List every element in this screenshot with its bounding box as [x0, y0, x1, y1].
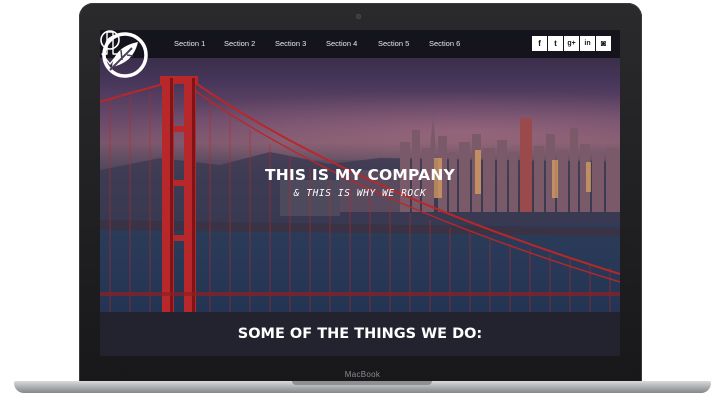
camera-icon — [356, 14, 361, 19]
facebook-icon[interactable]: f — [532, 36, 547, 51]
services-section-band: SOME OF THE THINGS WE DO: — [100, 312, 620, 356]
laptop-hinge-notch — [292, 381, 432, 385]
down-arrow-icon[interactable] — [100, 30, 120, 66]
nav-link-section-2[interactable]: Section 2 — [224, 39, 255, 48]
website-screen: Section 1 Section 2 Section 3 Section 4 … — [100, 30, 620, 356]
google-plus-icon[interactable]: g+ — [564, 36, 579, 51]
nav-link-section-3[interactable]: Section 3 — [275, 39, 306, 48]
top-nav-bar: Section 1 Section 2 Section 3 Section 4 … — [100, 30, 620, 58]
hero-subline: & THIS IS WHY WE ROCK — [293, 188, 427, 199]
instagram-icon[interactable]: ◙ — [596, 36, 611, 51]
nav-link-section-4[interactable]: Section 4 — [326, 39, 357, 48]
hero-headline: THIS IS MY COMPANY — [265, 166, 455, 184]
services-section-title: SOME OF THE THINGS WE DO: — [237, 326, 483, 342]
linkedin-icon[interactable]: in — [580, 36, 595, 51]
nav-link-section-6[interactable]: Section 6 — [429, 39, 460, 48]
twitter-icon[interactable]: t — [548, 36, 563, 51]
nav-link-section-1[interactable]: Section 1 — [174, 39, 205, 48]
hero-section: Section 1 Section 2 Section 3 Section 4 … — [100, 30, 620, 312]
laptop-mockup: Section 1 Section 2 Section 3 Section 4 … — [0, 0, 725, 406]
laptop-brand-label: MacBook — [344, 370, 381, 379]
nav-link-section-5[interactable]: Section 5 — [378, 39, 409, 48]
